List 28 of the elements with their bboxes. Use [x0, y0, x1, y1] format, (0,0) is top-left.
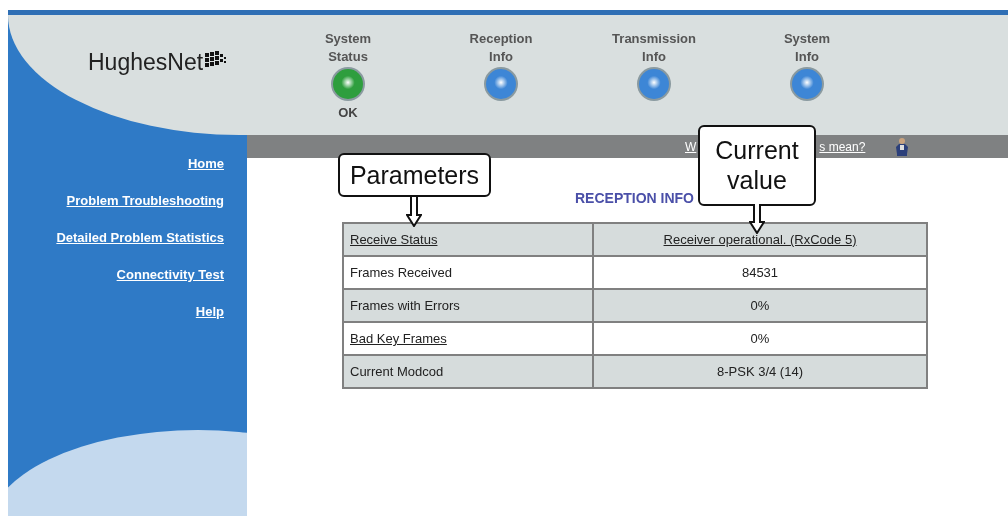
explanation-link[interactable]: s mean? [819, 139, 866, 154]
indicator-label: Transmission Info [612, 30, 696, 66]
nav-link[interactable]: Help [195, 303, 224, 320]
nav-link[interactable]: Home [187, 155, 224, 172]
callout-label: Current value [698, 125, 816, 206]
explanation-link[interactable]: W [685, 139, 697, 154]
callout-arrow [749, 204, 765, 234]
callout-arrow [406, 197, 422, 227]
nav-link[interactable]: Connectivity Test [116, 266, 224, 283]
status-light[interactable] [792, 69, 822, 99]
person-icon[interactable] [895, 136, 910, 157]
indicator-label: Reception Info [469, 30, 533, 66]
table-cell: Current Modcod [343, 355, 593, 388]
logo-text: HughesNet [88, 49, 204, 76]
status-light[interactable] [486, 69, 516, 99]
nav-link[interactable]: Problem Troubleshooting [66, 192, 224, 209]
status-text: OK [338, 105, 358, 120]
logo-icon [205, 51, 228, 67]
indicator-label: System Status [324, 30, 372, 66]
table-cell[interactable]: Receive Status [343, 223, 593, 256]
nav-link[interactable]: Detailed Problem Statistics [56, 229, 224, 246]
status-light[interactable] [333, 69, 363, 99]
table-cell: 8-PSK 3/4 (14) [593, 355, 927, 388]
indicator-label: System Info [783, 30, 831, 66]
table-cell[interactable]: Receiver operational. (RxCode 5) [593, 223, 927, 256]
status-light[interactable] [639, 69, 669, 99]
callout-label: Parameters [338, 153, 491, 197]
section-title: RECEPTION INFO [574, 190, 695, 206]
